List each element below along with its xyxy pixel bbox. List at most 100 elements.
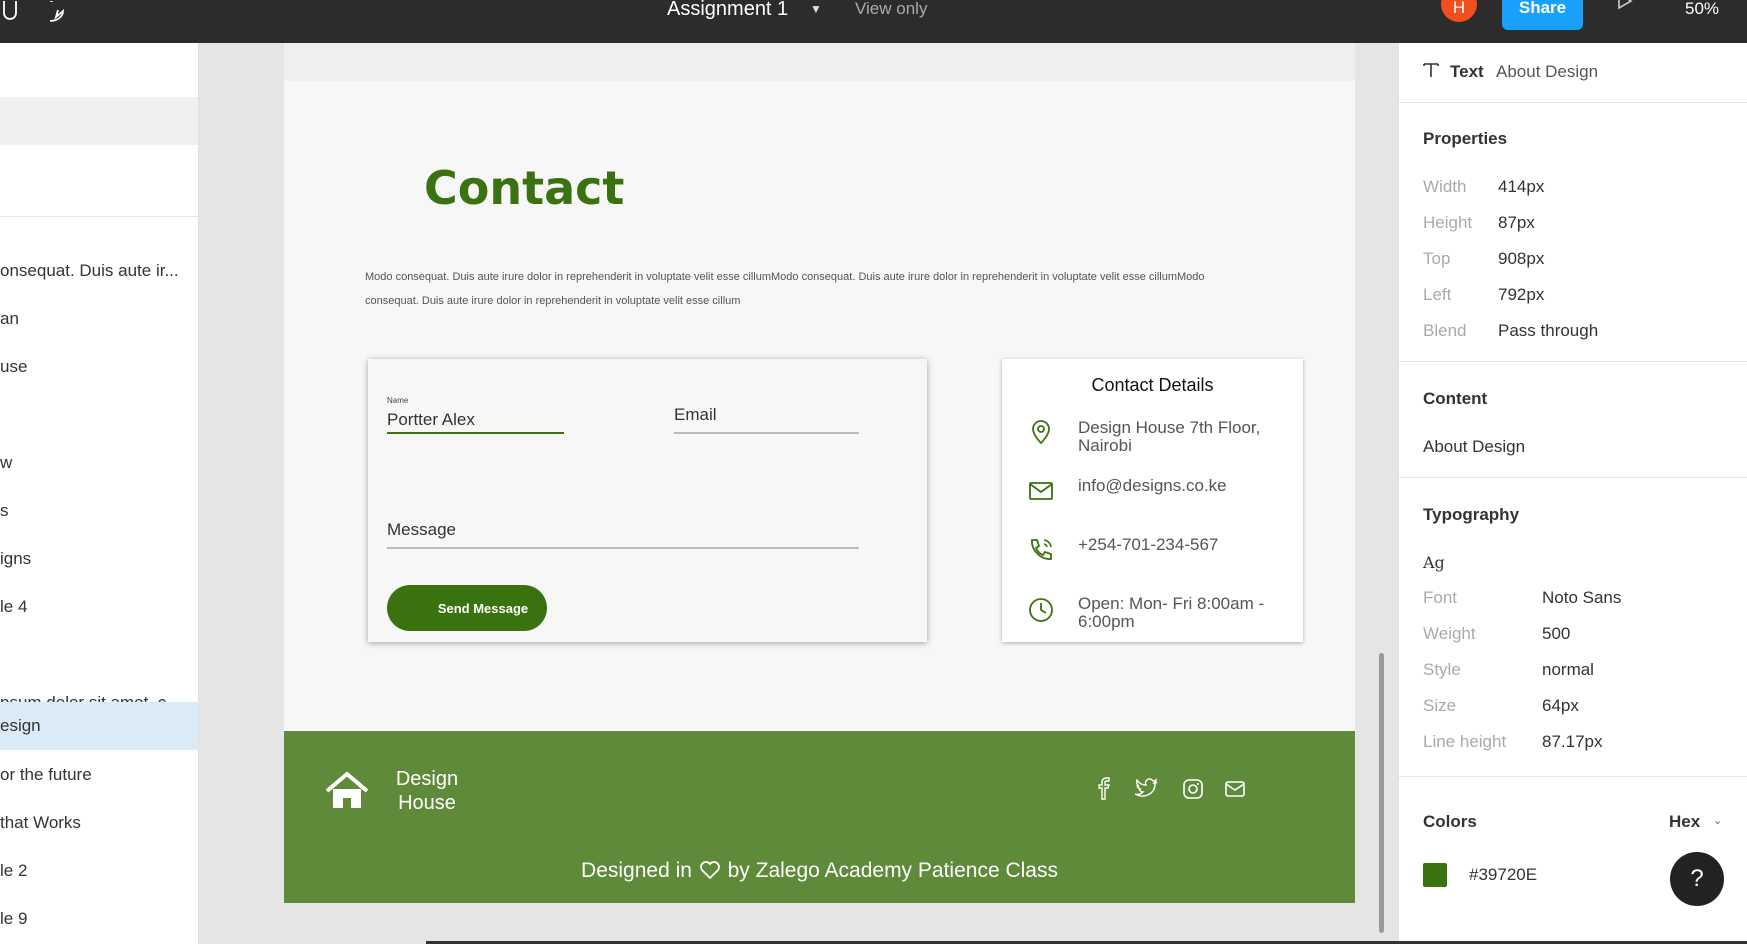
property-label: Top (1423, 249, 1451, 268)
layer-label: that Works (0, 813, 81, 832)
content-value[interactable]: About Design (1423, 437, 1525, 457)
property-label: Width (1423, 177, 1467, 196)
inspector-panel: Text About Design Properties Width 414px… (1398, 43, 1747, 944)
layer-label: le 9 (0, 909, 28, 928)
color-swatch[interactable] (1423, 863, 1447, 887)
layer-item[interactable]: s (0, 487, 198, 535)
layer-label: w (0, 453, 13, 472)
footer-credit: Designed in by Zalego Academy Patience C… (284, 859, 1355, 885)
credit-prefix: Designed in (581, 859, 692, 882)
property-value[interactable]: 87px (1498, 213, 1535, 233)
layer-item-selected[interactable]: esign (0, 702, 198, 750)
layer-item[interactable]: an (0, 295, 198, 343)
layer-item[interactable]: le 4 (0, 583, 198, 631)
typography-heading: Typography (1423, 505, 1520, 524)
layer-label: s (0, 501, 9, 520)
hand-tool-icon[interactable] (0, 0, 22, 24)
text-type-icon (1422, 61, 1440, 84)
layer-label: an (0, 309, 19, 328)
typography-label: Weight (1423, 624, 1476, 643)
message-field-underline (387, 547, 859, 549)
avatar[interactable]: H (1441, 0, 1477, 22)
design-canvas[interactable]: Contact Modo consequat. Duis aute irure … (199, 43, 1398, 944)
contact-heading[interactable]: Contact (424, 161, 624, 215)
share-button[interactable]: Share (1502, 0, 1583, 30)
hours-text: Open: Mon- Fri 8:00am - 6:00pm (1078, 594, 1265, 631)
credit-suffix: by Zalego Academy Patience Class (727, 859, 1058, 882)
facebook-icon[interactable] (1092, 777, 1116, 801)
name-field-underline (387, 432, 564, 434)
typography-sample: Ag (1423, 553, 1445, 572)
color-hex-value[interactable]: #39720E (1469, 865, 1537, 885)
name-field[interactable]: Portter Alex (387, 410, 475, 430)
layer-label: onsequat. Duis aute ir... (0, 261, 179, 280)
layer-label: le 4 (0, 597, 28, 616)
phone-icon (1027, 536, 1055, 564)
properties-heading: Properties (1423, 129, 1508, 148)
property-value[interactable]: 908px (1498, 249, 1544, 269)
property-label: Left (1423, 285, 1452, 304)
typography-value[interactable]: normal (1542, 660, 1594, 680)
divider (1399, 776, 1747, 777)
layers-panel: onsequat. Duis aute ir... an use w s ign… (0, 43, 199, 944)
property-value[interactable]: 792px (1498, 285, 1544, 305)
divider (0, 216, 198, 217)
layer-item[interactable]: use (0, 343, 198, 391)
send-message-button[interactable]: Send Message (387, 585, 547, 631)
email-field-underline (674, 432, 859, 434)
contact-details-title: Contact Details (1091, 375, 1214, 395)
email-field[interactable]: Email (674, 405, 717, 425)
layer-item[interactable]: le 9 (0, 895, 198, 943)
typography-value[interactable]: 87.17px (1542, 732, 1603, 752)
footer-brand[interactable]: Design House (392, 767, 462, 815)
address-text: Design House 7th Floor, Nairobi (1078, 418, 1261, 455)
email-text: info@designs.co.ke (1078, 476, 1227, 495)
contact-description[interactable]: Modo consequat. Duis aute irure dolor in… (365, 265, 1235, 313)
chevron-down-icon[interactable]: ⌄ (1713, 814, 1722, 827)
layer-label: le 2 (0, 861, 28, 880)
color-format-select[interactable]: Hex (1669, 812, 1700, 832)
mail-icon[interactable] (1223, 777, 1247, 801)
design-frame[interactable]: Contact Modo consequat. Duis aute irure … (284, 43, 1355, 903)
top-toolbar: Assignment 1 ▼ View only H Share 50% (0, 0, 1747, 43)
typography-label: Size (1423, 696, 1457, 715)
chevron-down-icon[interactable]: ▼ (810, 2, 822, 16)
message-field[interactable]: Message (387, 520, 456, 540)
view-mode-label: View only (855, 0, 928, 18)
typography-value[interactable]: 64px (1542, 696, 1579, 716)
layer-item[interactable]: igns (0, 535, 198, 583)
comment-icon[interactable] (50, 0, 80, 24)
layer-item[interactable]: that Works (0, 799, 198, 847)
zoom-level[interactable]: 50% (1685, 0, 1719, 18)
layer-item[interactable]: le 2 (0, 847, 198, 895)
name-field-label: Name (387, 396, 409, 405)
instagram-icon[interactable] (1181, 777, 1205, 801)
layer-item[interactable]: onsequat. Duis aute ir... (0, 247, 198, 295)
contact-form-card[interactable]: Name Portter Alex Email Message Send Mes… (368, 359, 927, 642)
property-value[interactable]: 414px (1498, 177, 1544, 197)
content-heading: Content (1423, 389, 1488, 408)
clock-icon (1027, 596, 1055, 624)
footer[interactable]: Design House Designed in by Zalego Acade… (284, 731, 1355, 903)
canvas-scrollbar[interactable] (1379, 653, 1384, 933)
property-value[interactable]: Pass through (1498, 321, 1598, 341)
colors-heading: Colors (1423, 812, 1477, 831)
phone-text: +254-701-234-567 (1078, 535, 1219, 554)
layer-type: Text (1450, 62, 1484, 81)
contact-details-card[interactable]: Contact Details Design House 7th Floor, … (1002, 359, 1303, 642)
frame-top-strip (284, 43, 1355, 81)
property-label: Blend (1423, 321, 1467, 340)
help-button[interactable]: ? (1670, 852, 1724, 906)
layer-item[interactable]: w (0, 439, 198, 487)
home-icon[interactable] (324, 771, 370, 816)
layer-item[interactable]: or the future (0, 751, 198, 799)
typography-value[interactable]: 500 (1542, 624, 1570, 644)
twitter-icon[interactable] (1134, 777, 1159, 801)
location-pin-icon (1027, 418, 1055, 446)
file-title[interactable]: Assignment 1 (667, 0, 788, 19)
layers-header-bar (0, 97, 198, 145)
typography-value[interactable]: Noto Sans (1542, 588, 1621, 608)
mail-icon (1027, 477, 1055, 505)
typography-label: Line height (1423, 732, 1507, 751)
play-icon[interactable] (1617, 0, 1635, 21)
